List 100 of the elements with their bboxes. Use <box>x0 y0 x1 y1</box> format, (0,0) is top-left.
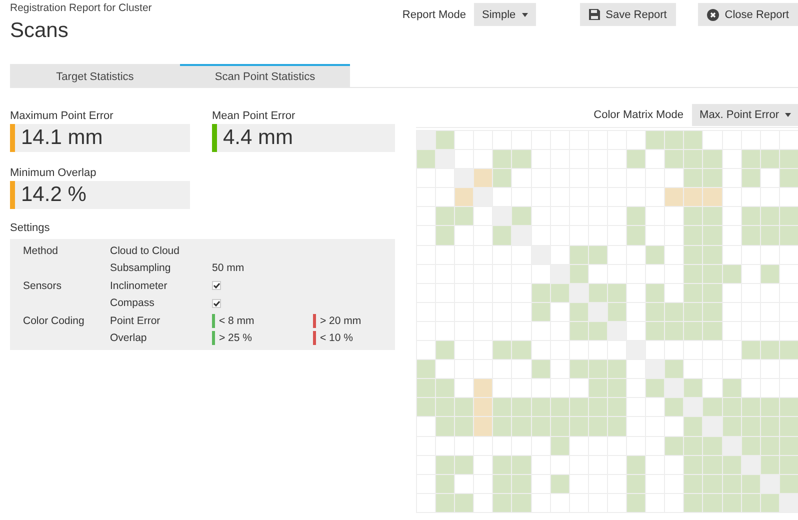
matrix-mode-dropdown[interactable]: Max. Point Error <box>692 104 798 126</box>
matrix-cell <box>760 169 780 188</box>
report-subtitle: Registration Report for Cluster <box>10 2 152 14</box>
matrix-cell <box>760 284 780 303</box>
matrix-cell <box>684 264 704 284</box>
matrix-cell <box>493 341 512 360</box>
matrix-cell <box>588 246 608 265</box>
setting-name: Cloud to Cloud <box>110 244 180 257</box>
matrix-cell <box>474 436 494 456</box>
matrix-cell <box>703 398 722 418</box>
matrix-cell <box>703 264 722 284</box>
matrix-cell <box>588 417 608 436</box>
matrix-cell <box>703 226 722 246</box>
matrix-cell <box>703 284 722 303</box>
matrix-cell <box>493 169 512 188</box>
matrix-cell <box>760 417 780 436</box>
matrix-cell <box>436 207 456 226</box>
matrix-cell <box>760 322 780 342</box>
matrix-cell <box>722 150 742 170</box>
matrix-cell <box>742 494 761 513</box>
matrix-cell <box>684 322 704 342</box>
matrix-cell <box>588 436 608 456</box>
matrix-cell <box>627 398 646 418</box>
matrix-cell <box>684 207 704 226</box>
matrix-cell <box>550 456 570 475</box>
matrix-cell <box>474 474 494 494</box>
matrix-cell <box>532 456 551 475</box>
matrix-cell <box>608 341 628 360</box>
legend-swatch <box>313 314 316 328</box>
matrix-cell <box>742 188 761 208</box>
legend-label: < 10 % <box>320 332 353 344</box>
matrix-cell <box>780 341 798 360</box>
tab[interactable]: Target Statistics <box>10 64 180 87</box>
matrix-cell <box>646 494 666 513</box>
matrix-cell <box>684 379 704 398</box>
matrix-cell <box>532 379 551 398</box>
matrix-cell <box>646 360 666 380</box>
caret-icon <box>522 12 528 16</box>
save-report-button[interactable]: Save Report <box>580 3 676 26</box>
matrix-cell <box>722 360 742 380</box>
matrix-cell <box>742 341 761 360</box>
matrix-cell <box>532 284 551 303</box>
matrix-cell <box>474 169 494 188</box>
matrix-cell <box>588 302 608 322</box>
matrix-cell <box>722 246 742 265</box>
settings-heading: Settings <box>10 222 51 234</box>
close-report-button[interactable]: Close Report <box>698 3 798 26</box>
matrix-cell <box>608 207 628 226</box>
matrix-cell <box>493 207 512 226</box>
matrix-cell <box>722 494 742 513</box>
matrix-cell <box>608 379 628 398</box>
matrix-cell <box>474 226 494 246</box>
matrix-cell <box>532 169 551 188</box>
matrix-cell <box>627 322 646 342</box>
matrix-cell <box>493 246 512 265</box>
matrix-cell <box>665 284 684 303</box>
checkbox[interactable] <box>212 281 221 290</box>
legend-label: > 20 mm <box>320 314 362 327</box>
report-mode-dropdown[interactable]: Simple <box>474 3 536 26</box>
tab[interactable]: Scan Point Statistics <box>180 64 350 87</box>
matrix-cell <box>627 494 646 513</box>
matrix-cell <box>550 322 570 342</box>
matrix-cell <box>588 360 608 380</box>
matrix-cell <box>703 379 722 398</box>
matrix-cell <box>684 456 704 475</box>
matrix-cell <box>703 360 722 380</box>
setting-name: Overlap <box>110 332 148 344</box>
matrix-cell <box>665 494 684 513</box>
matrix-cell <box>512 264 532 284</box>
matrix-cell <box>455 226 474 246</box>
matrix-cell <box>588 264 608 284</box>
matrix-cell <box>455 417 474 436</box>
matrix-cell <box>474 322 494 342</box>
matrix-cell <box>684 188 704 208</box>
matrix-cell <box>646 246 666 265</box>
legend-swatch <box>212 314 215 328</box>
matrix-cell <box>684 494 704 513</box>
matrix-cell <box>455 207 474 226</box>
matrix-cell <box>532 398 551 418</box>
matrix-cell <box>627 474 646 494</box>
matrix-cell <box>474 494 494 513</box>
matrix-cell <box>722 398 742 418</box>
setting-group: Sensors <box>23 280 62 292</box>
matrix-cell <box>550 360 570 380</box>
matrix-cell <box>493 322 512 342</box>
matrix-cell <box>493 474 512 494</box>
matrix-cell <box>742 379 761 398</box>
matrix-cell <box>436 169 456 188</box>
matrix-cell <box>760 398 780 418</box>
matrix-cell <box>570 246 589 265</box>
matrix-cell <box>608 360 628 380</box>
matrix-cell <box>512 246 532 265</box>
matrix-cell <box>760 456 780 475</box>
stat-value: 14.2 % <box>10 181 190 209</box>
matrix-cell <box>627 264 646 284</box>
matrix-cell <box>760 474 780 494</box>
matrix-cell <box>608 284 628 303</box>
matrix-cell <box>455 474 474 494</box>
matrix-cell <box>512 284 532 303</box>
checkbox[interactable] <box>212 298 221 308</box>
